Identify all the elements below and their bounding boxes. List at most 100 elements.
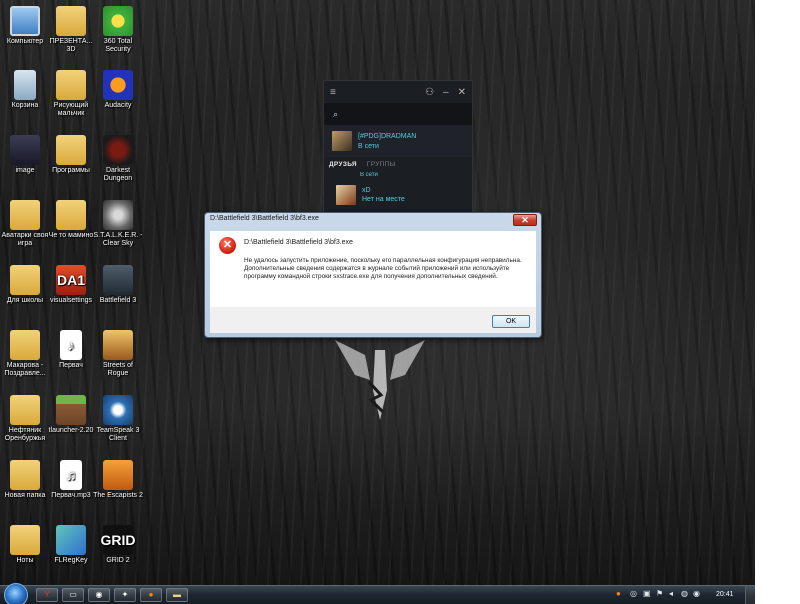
folder-icon [10, 330, 40, 360]
folder-icon [10, 395, 40, 425]
desktop-icon-visualsettings[interactable]: DA1 visualsettings [46, 265, 96, 305]
desktop-icon-new-folder[interactable]: Новая папка [0, 460, 50, 500]
minimize-icon[interactable]: – [443, 87, 449, 98]
desktop-icon-avatars-folder[interactable]: Аватарки своя игра [0, 200, 50, 248]
tab-friends[interactable]: ДРУЗЬЯ [329, 161, 357, 168]
desktop-icon-image[interactable]: image [0, 135, 50, 175]
desktop-icon-notes-folder[interactable]: Ноты [0, 525, 50, 565]
taskbar: Y ▭ ◉ ✦ ● ▬ ● ◎ ▣ ⚑ ◂ ◍ ◉ 20:41 [0, 583, 755, 604]
friend-row[interactable]: xD Нет на месте [324, 180, 472, 210]
user-profile-icon[interactable]: ⚇ [425, 87, 434, 98]
friends-search-bar[interactable]: ⌕ [324, 103, 472, 125]
taskbar-clock[interactable]: 20:41 [716, 591, 734, 598]
origin-icon: ● [148, 590, 154, 599]
desktop-icon-label: Че то мамино [48, 232, 94, 239]
desktop-icon-mom-folder[interactable]: Че то мамино [46, 200, 96, 240]
image-icon [10, 135, 40, 165]
yandex-browser-icon: Y [44, 590, 50, 599]
folder-icon [10, 200, 40, 230]
app-icon: ✦ [121, 590, 129, 599]
tray-network-icon[interactable]: ▣ [643, 589, 651, 598]
close-icon[interactable]: ✕ [458, 87, 466, 98]
desktop-icon-360-security[interactable]: 360 Total Security [93, 6, 143, 54]
dialog-path: D:\Battlefield 3\Battlefield 3\bf3.exe [244, 239, 353, 246]
desktop-icon-label: Компьютер [6, 38, 44, 45]
desktop-icon-school-folder[interactable]: Для школы [0, 265, 50, 305]
avatar [336, 185, 356, 205]
desktop-icon-label: tlauncher-2.20 [48, 427, 94, 434]
desktop-icon-makarova-folder[interactable]: Макарова - Поздравле... [0, 330, 50, 378]
desktop-icon-escapists-2[interactable]: The Escapists 2 [93, 460, 143, 500]
tray-volume-icon[interactable]: ◂ [669, 589, 673, 598]
steam-icon: ◉ [95, 590, 103, 599]
hamburger-menu-icon[interactable]: ≡ [330, 87, 336, 98]
desktop-icon-programs-folder[interactable]: Программы [46, 135, 96, 175]
desktop-icon-label: S.T.A.L.K.E.R. - Clear Sky [93, 232, 143, 247]
desktop-icon-label: Streets of Rogue [103, 362, 133, 377]
desktop-icon-flregkey[interactable]: FLRegKey [46, 525, 96, 565]
steam-friends-window: ≡ ⚇ – ✕ ⌕ [#PDG]DRADMAN В сети ДРУЗЬЯ ГР… [323, 80, 473, 230]
desktop-icon-label: FLRegKey [54, 557, 88, 564]
desktop-icon-pervach-mp3[interactable]: ♫ Первач.mp3 [46, 460, 96, 500]
desktop-icon-label: ПРЕЗЕНТА... 3D [49, 38, 93, 53]
tray-flag-icon[interactable]: ⚑ [656, 589, 663, 598]
folder-icon: ▬ [173, 590, 181, 599]
taskbar-monitor-app[interactable]: ▭ [62, 588, 84, 602]
desktop-icon-grid-2[interactable]: GRID GRID 2 [93, 525, 143, 565]
desktop-icon-label: Корзина [11, 102, 39, 109]
desktop-icon-battlefield-3[interactable]: Battlefield 3 [93, 265, 143, 305]
desktop-icon-drawing-boy-folder[interactable]: Рисующий мальчик [46, 70, 96, 118]
tray-steam-icon[interactable]: ◉ [693, 589, 700, 598]
desktop-icon-label: The Escapists 2 [93, 492, 143, 499]
dialog-close-button[interactable]: ✕ [513, 214, 537, 226]
computer-icon [10, 6, 40, 36]
desktop-icon-label: Макарова - Поздравле... [4, 362, 46, 377]
desktop-icon-computer[interactable]: Компьютер [0, 6, 50, 46]
friend-name: xD [362, 187, 371, 194]
friend-status-partial: В сети [360, 172, 378, 178]
recycle-bin-icon [14, 70, 36, 100]
mp3-file-icon: ♪ [60, 330, 82, 360]
desktop-icon-label: Battlefield 3 [99, 297, 137, 304]
tab-groups[interactable]: ГРУППЫ [367, 161, 396, 168]
mp3-file-icon: ♫ [60, 460, 82, 490]
desktop-icon-streets-of-rogue[interactable]: Streets of Rogue [93, 330, 143, 378]
folder-icon [10, 460, 40, 490]
taskbar-app-4[interactable]: ✦ [114, 588, 136, 602]
folder-icon [10, 525, 40, 555]
stalker-icon [103, 200, 133, 230]
tray-ts-icon[interactable]: ◍ [681, 589, 688, 598]
desktop-icon-stalker[interactable]: S.T.A.L.K.E.R. - Clear Sky [93, 200, 143, 248]
desktop-icon-recycle-bin[interactable]: Корзина [0, 70, 50, 110]
streets-of-rogue-icon [103, 330, 133, 360]
current-user-row[interactable]: [#PDG]DRADMAN В сети [324, 125, 472, 157]
taskbar-steam[interactable]: ◉ [88, 588, 110, 602]
desktop-icon-pervach[interactable]: ♪ Первач [46, 330, 96, 370]
desktop-icon-tlauncher[interactable]: tlauncher-2.20 [46, 395, 96, 435]
folder-icon [56, 200, 86, 230]
desktop-icon-label: Darkest Dungeon [103, 167, 133, 182]
start-button[interactable] [4, 583, 28, 604]
show-desktop-button[interactable] [745, 586, 755, 604]
dialog-body: ✕ D:\Battlefield 3\Battlefield 3\bf3.exe… [210, 231, 536, 307]
desktop-icon-teamspeak[interactable]: TeamSpeak 3 Client [93, 395, 143, 443]
tray-app-icon[interactable]: ◎ [630, 589, 637, 598]
desktop-icon-neftyanik-folder[interactable]: Нефтяник Оренбуржья [0, 395, 50, 443]
desktop: Компьютер Корзина image Аватарки своя иг… [0, 0, 755, 585]
screen-margin [755, 0, 800, 604]
taskbar-yandex-browser[interactable]: Y [36, 588, 58, 602]
grid2-icon: GRID [101, 525, 136, 555]
tray-origin-icon[interactable]: ● [616, 589, 621, 598]
desktop-icon-audacity[interactable]: Audacity [93, 70, 143, 110]
desktop-icon-label: Первач [59, 362, 83, 369]
desktop-icon-label: visualsettings [49, 297, 93, 304]
desktop-icon-darkest-dungeon[interactable]: Darkest Dungeon [93, 135, 143, 183]
desktop-icon-presentation-folder[interactable]: ПРЕЗЕНТА... 3D [46, 6, 96, 54]
ok-button[interactable]: OK [492, 315, 530, 328]
error-icon: ✕ [219, 237, 236, 254]
taskbar-explorer[interactable]: ▬ [166, 588, 188, 602]
settings-app-icon: DA1 [56, 265, 86, 295]
taskbar-app-5[interactable]: ● [140, 588, 162, 602]
user-name: [#PDG]DRADMAN [358, 132, 417, 140]
darkest-dungeon-icon [103, 135, 133, 165]
